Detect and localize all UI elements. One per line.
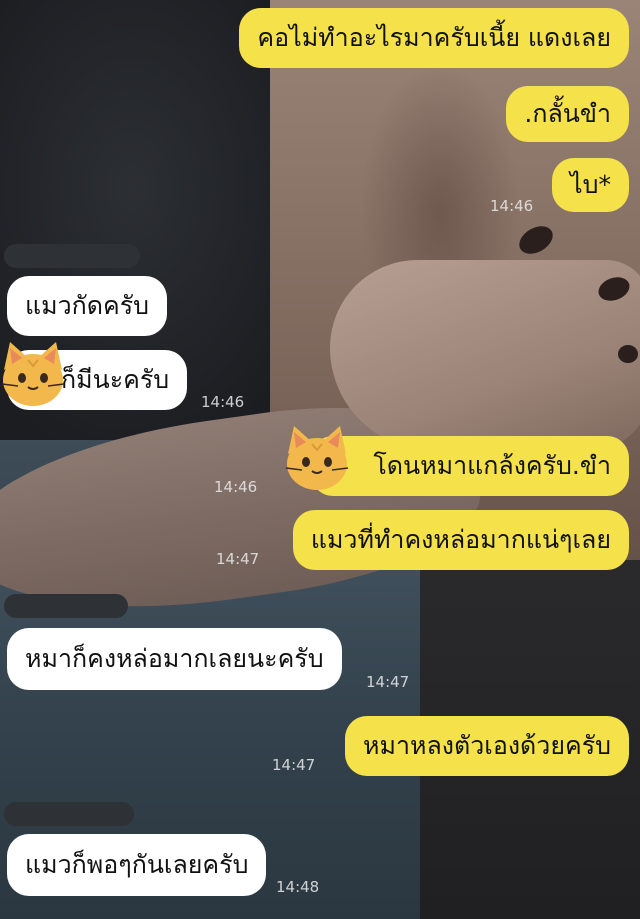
- background-hand: [330, 260, 640, 450]
- message-bubble-outgoing[interactable]: .กลั้นขำ: [506, 86, 629, 142]
- message-text: .กลั้นขำ: [524, 99, 611, 128]
- message-text: คอไม่ทำอะไรมาครับเนี้ย แดงเลย: [257, 23, 611, 52]
- message-text: หมาก็คงหล่อมากเลยนะครับ: [25, 644, 324, 673]
- message-timestamp: 14:46: [201, 393, 245, 411]
- sender-name-redacted: [4, 802, 134, 826]
- message-timestamp: 14:47: [272, 756, 316, 774]
- message-bubble-outgoing[interactable]: หมาหลงตัวเองด้วยครับ: [345, 716, 629, 776]
- message-timestamp: 14:47: [366, 673, 410, 691]
- sender-name-redacted: [4, 244, 140, 268]
- message-timestamp: 14:47: [216, 550, 260, 568]
- message-text: แมวกัดครับ: [25, 291, 150, 320]
- message-timestamp: 14:46: [490, 197, 534, 215]
- message-bubble-outgoing[interactable]: คอไม่ทำอะไรมาครับเนี้ย แดงเลย: [239, 8, 629, 68]
- message-bubble-outgoing[interactable]: ไบ*: [552, 158, 629, 212]
- message-timestamp: 14:48: [276, 878, 320, 896]
- sender-name-redacted: [4, 594, 128, 618]
- message-text: แมวที่ทำคงหล่อมากแน่ๆเลย: [310, 525, 611, 554]
- background-nail: [618, 345, 638, 363]
- message-bubble-incoming[interactable]: แมวก็พอๆกันเลยครับ: [7, 834, 267, 896]
- cat-face-icon: [285, 426, 349, 490]
- message-text: ไบ*: [570, 170, 611, 199]
- message-bubble-incoming[interactable]: หมาก็คงหล่อมากเลยนะครับ: [7, 628, 342, 690]
- message-text: แมวก็พอๆกันเลยครับ: [25, 850, 249, 879]
- message-timestamp: 14:46: [214, 478, 258, 496]
- cat-face-icon: [1, 342, 65, 406]
- message-bubble-outgoing[interactable]: แมวที่ทำคงหล่อมากแน่ๆเลย: [292, 510, 629, 570]
- message-bubble-outgoing[interactable]: โดนหมาแกล้งครับ.ขำ: [311, 436, 629, 496]
- message-text: ก็มีนะครับ: [61, 365, 170, 394]
- message-bubble-incoming[interactable]: แมวกัดครับ: [7, 276, 168, 336]
- message-text: หมาหลงตัวเองด้วยครับ: [363, 731, 611, 760]
- message-text: โดนหมาแกล้งครับ.ขำ: [373, 451, 611, 480]
